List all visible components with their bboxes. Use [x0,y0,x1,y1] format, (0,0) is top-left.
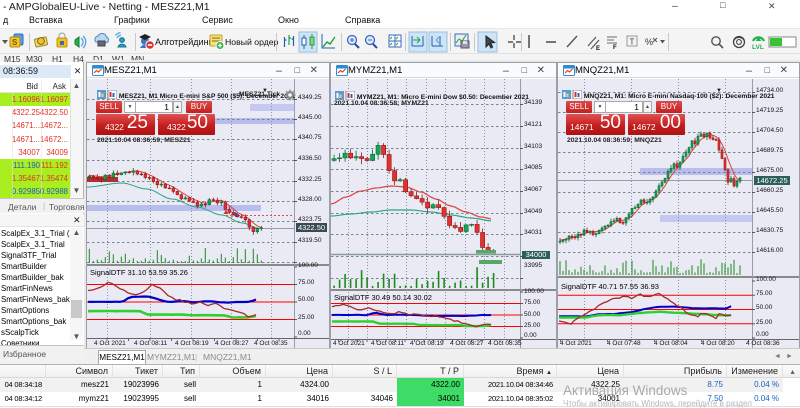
svg-text:F: F [613,45,617,51]
svg-text:Новый ордер: Новый ордер [225,37,279,47]
svg-text:E: E [596,46,600,52]
svg-text:T: T [630,38,635,47]
svg-text:LVL: LVL [752,44,764,51]
svg-text:%: % [645,37,653,47]
svg-text:Алготрейдинг: Алготрейдинг [155,37,213,47]
svg-text:S: S [12,38,18,47]
